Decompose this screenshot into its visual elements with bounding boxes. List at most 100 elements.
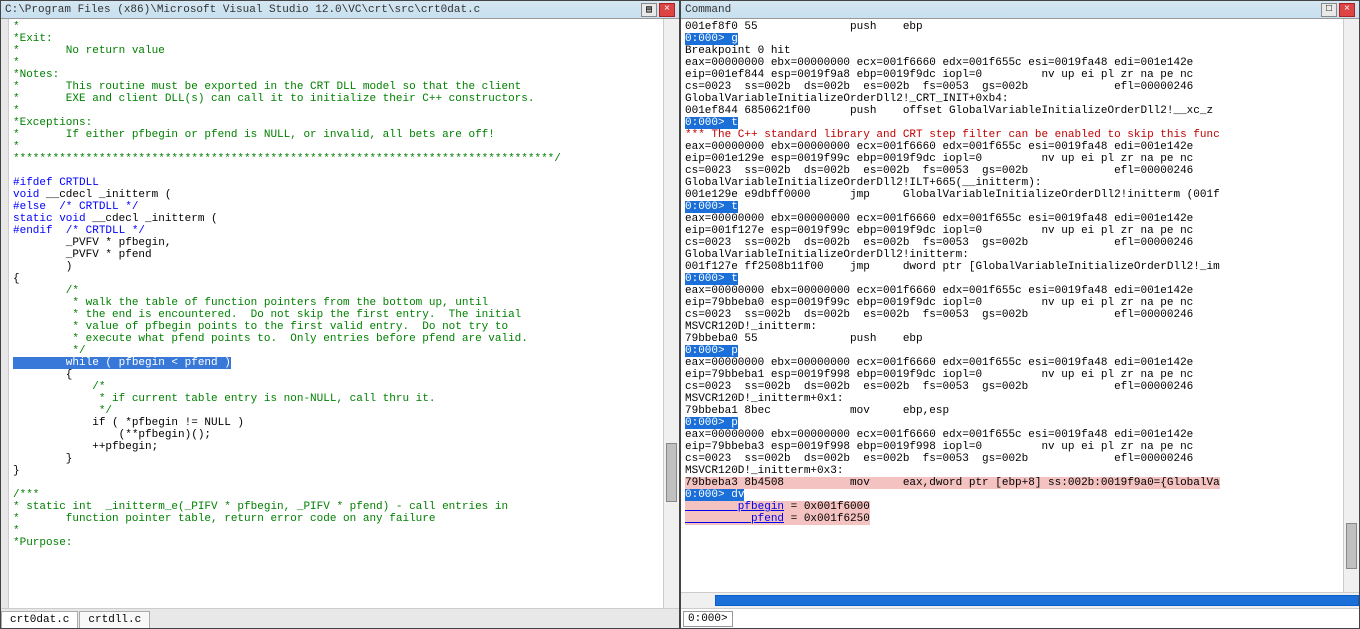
code-line: void [13,189,39,201]
code-line: * the end is encountered. Do not skip th… [13,309,521,321]
out-line: eax=00000000 ebx=00000000 ecx=001f6660 e… [685,213,1193,225]
source-titlebar: C:\Program Files (x86)\Microsoft Visual … [1,1,679,19]
code-line: *Notes: [13,69,59,81]
out-line: GlobalVariableInitializeOrderDll2!ILT+66… [685,177,1041,189]
code-line: * If either pfbegin or pfend is NULL, or… [13,129,495,141]
code-line: __cdecl _initterm ( [39,189,171,201]
code-line: ) [13,261,72,273]
code-line: * value of pfbegin points to the first v… [13,321,508,333]
code-line-highlighted: while ( pfbegin < pfend ) [13,357,231,369]
code-line: * [13,105,20,117]
out-line: eip=79bbeba0 esp=0019f99c ebp=0019f9dc i… [685,297,1193,309]
code-line: * EXE and client DLL(s) can call it to i… [13,93,535,105]
code-line: *Exit: [13,33,53,45]
code-line: * [13,525,20,537]
menu-icon[interactable]: ▤ [641,3,657,17]
code-line: */ [13,345,86,357]
out-line: 001ef8f0 55 push ebp [685,21,923,33]
dbg-prompt: 0:000> t [685,273,738,285]
out-line: 79bbeba0 55 push ebp [685,333,923,345]
source-content: * *Exit: * No return value * *Notes: * T… [1,19,679,608]
var-pfend[interactable]: pfend [685,513,784,525]
out-line: MSVCR120D!_initterm+0x1: [685,393,843,405]
code-line: } [13,453,72,465]
command-input[interactable] [735,613,1359,625]
tab-crtdll[interactable]: crtdll.c [79,611,150,628]
code-line: _PVFV * pfend [13,249,152,261]
code-line: *Purpose: [13,537,72,549]
code-line: * This routine must be exported in the C… [13,81,521,93]
out-line: Breakpoint 0 hit [685,45,791,57]
dbg-prompt: 0:000> g [685,33,738,45]
scrollbar-thumb-h[interactable] [715,595,1359,606]
code-line: #else /* CRTDLL */ [13,201,138,213]
var-pfbegin[interactable]: pfbegin [685,501,784,513]
scrollbar-thumb[interactable] [1346,523,1357,569]
out-line: cs=0023 ss=002b ds=002b es=002b fs=0053 … [685,81,1193,93]
code-line: * [13,21,20,33]
out-line: eip=001f127e esp=0019f99c ebp=0019f9dc i… [685,225,1193,237]
source-scrollbar-v[interactable] [663,19,679,608]
out-line: cs=0023 ss=002b ds=002b es=002b fs=0053 … [685,165,1193,177]
out-line: cs=0023 ss=002b ds=002b es=002b fs=0053 … [685,309,1193,321]
command-prompt: 0:000> [683,611,733,627]
close-icon[interactable]: × [1339,3,1355,17]
source-title: C:\Program Files (x86)\Microsoft Visual … [5,4,641,16]
gutter [1,19,9,608]
out-line: eax=00000000 ebx=00000000 ecx=001f6660 e… [685,429,1193,441]
out-line: MSVCR120D!_initterm+0x3: [685,465,843,477]
close-icon[interactable]: × [659,3,675,17]
code-line: /* [13,285,79,297]
out-line: 001f127e ff2508b11f00 jmp dword ptr [Glo… [685,261,1220,273]
code-line: * [13,141,20,153]
out-line: cs=0023 ss=002b ds=002b es=002b fs=0053 … [685,381,1193,393]
maximize-icon[interactable]: □ [1321,3,1337,17]
code-line: ****************************************… [13,153,561,165]
code-line: #ifdef CRTDLL [13,177,99,189]
code-line: (**pfbegin)(); [13,429,211,441]
code-line: { [13,369,72,381]
code-line: /* [13,381,105,393]
out-line: eax=00000000 ebx=00000000 ecx=001f6660 e… [685,285,1193,297]
out-line: 79bbeba1 8bec mov ebp,esp [685,405,949,417]
code-line: * [13,57,20,69]
out-line: GlobalVariableInitializeOrderDll2!_CRT_I… [685,93,1008,105]
scrollbar-thumb[interactable] [666,443,677,502]
out-line: eip=79bbeba1 esp=0019f998 ebp=0019f9dc i… [685,369,1193,381]
out-line: MSVCR120D!_initterm: [685,321,817,333]
out-line-var: pfend = 0x001f6250 [685,513,870,525]
code-line: #endif /* CRTDLL */ [13,225,145,237]
command-scrollbar-v[interactable] [1343,19,1359,592]
code-line: ++pfbegin; [13,441,158,453]
code-line: { [13,273,20,285]
code-line: * execute what pfend points to. Only ent… [13,333,528,345]
out-line: 001e129e e9dbff0000 jmp GlobalVariableIn… [685,189,1220,201]
code-line: * function pointer table, return error c… [13,513,435,525]
command-pane: Command □ × 001ef8f0 55 push ebp 0:000> … [680,0,1360,629]
dbg-prompt: 0:000> p [685,345,738,357]
tab-crt0dat[interactable]: crt0dat.c [1,611,78,628]
out-line: eax=00000000 ebx=00000000 ecx=001f6660 e… [685,357,1193,369]
out-line-var: pfbegin = 0x001f6000 [685,501,870,513]
code-line: */ [13,405,112,417]
command-content: 001ef8f0 55 push ebp 0:000> g Breakpoint… [681,19,1359,592]
out-line: 001ef844 6850621f00 push offset GlobalVa… [685,105,1213,117]
dbg-prompt: 0:000> t [685,117,738,129]
code-line: } [13,465,20,477]
code-line: /*** [13,489,39,501]
code-line: *Exceptions: [13,117,92,129]
dbg-prompt: 0:000> t [685,201,738,213]
code-body[interactable]: * *Exit: * No return value * *Notes: * T… [9,19,663,608]
code-line: * No return value [13,45,165,57]
out-line-current: 79bbeba3 8b4508 mov eax,dword ptr [ebp+8… [685,477,1220,489]
code-line: * static int _initterm_e(_PIFV * pfbegin… [13,501,508,513]
code-line: if ( *pfbegin != NULL ) [13,417,244,429]
code-line: __cdecl _initterm ( [86,213,218,225]
command-input-row: 0:000> [681,608,1359,628]
command-output[interactable]: 001ef8f0 55 push ebp 0:000> g Breakpoint… [681,19,1343,592]
command-scrollbar-h[interactable] [681,592,1359,608]
out-line: eip=001ef844 esp=0019f9a8 ebp=0019f9dc i… [685,69,1193,81]
dbg-prompt: 0:000> dv [685,489,744,501]
out-line: eip=79bbeba3 esp=0019f998 ebp=0019f998 i… [685,441,1193,453]
code-line: * if current table entry is non-NULL, ca… [13,393,435,405]
